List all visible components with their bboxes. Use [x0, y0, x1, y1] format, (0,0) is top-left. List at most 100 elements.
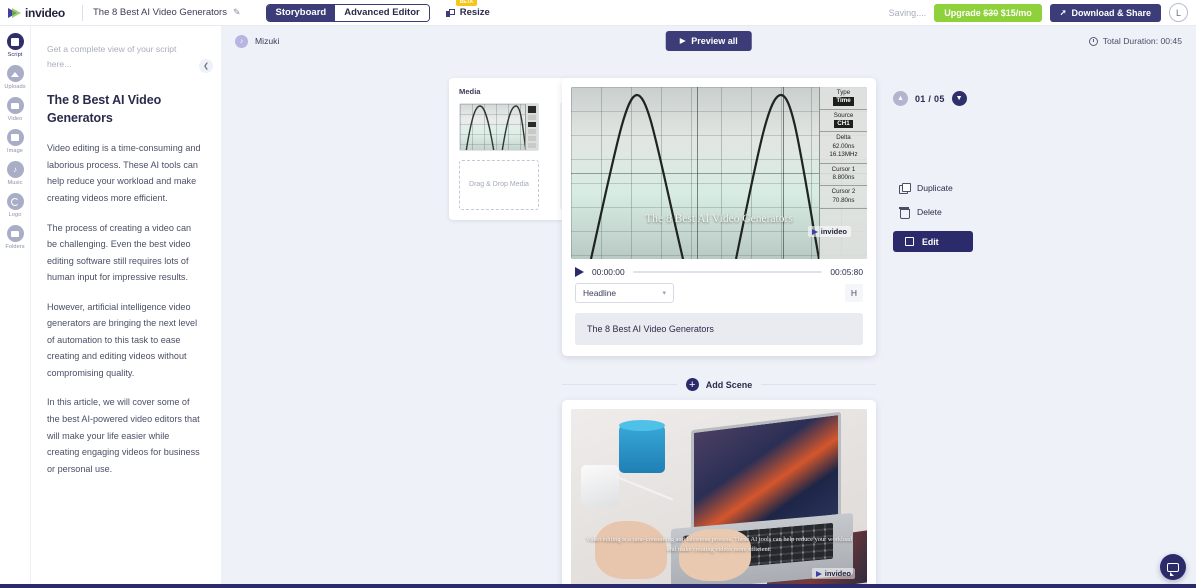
- sidebar-item-script[interactable]: Script: [0, 33, 31, 58]
- tab-storyboard[interactable]: Storyboard: [266, 4, 336, 21]
- media-panel-title: Media: [459, 87, 481, 96]
- scene-row: Media Drag & Drop Media Type Time Source…: [221, 78, 1196, 588]
- script-paragraph: The process of creating a video can be c…: [47, 222, 192, 283]
- chevron-down-icon[interactable]: ▼: [951, 91, 967, 106]
- image-icon: [6, 129, 24, 146]
- chevron-left-icon[interactable]: ❮: [199, 59, 213, 73]
- sidebar-item-video[interactable]: Video: [0, 97, 31, 122]
- play-icon[interactable]: [575, 267, 584, 277]
- shortcut-key-button[interactable]: H: [845, 284, 863, 302]
- download-share-label: Download & Share: [1071, 7, 1151, 18]
- download-share-button[interactable]: ➚ Download & Share: [1049, 3, 1161, 22]
- delete-button[interactable]: Delete: [893, 207, 1013, 219]
- duplicate-label: Duplicate: [917, 183, 953, 193]
- scope-value: 70.80ns: [832, 196, 855, 204]
- sidebar-item-logo[interactable]: Logo: [0, 193, 31, 218]
- chat-bubble-icon[interactable]: [1160, 554, 1186, 580]
- scene-side-actions: ▲ 01 / 05 ▼ Duplicate Delete Edit: [893, 78, 1013, 252]
- scene-card-2: Video editing is a time-consuming and la…: [562, 400, 876, 588]
- scope-label: Source: [833, 111, 854, 119]
- delete-label: Delete: [917, 207, 942, 217]
- resize-icon: [445, 8, 455, 17]
- plus-circle-icon: +: [685, 378, 699, 391]
- play-triangle-accent-icon: [12, 7, 21, 18]
- scope-label: Cursor 2: [831, 188, 856, 196]
- preview-all-label: Preview all: [691, 36, 738, 46]
- sidebar-item-uploads[interactable]: Uploads: [0, 65, 31, 90]
- text-type-select[interactable]: Headline ▾: [575, 283, 674, 303]
- media-thumbnail[interactable]: [459, 103, 539, 151]
- left-icon-rail: Script Uploads Video Image ♪ Music Logo …: [0, 26, 31, 588]
- resize-label: Resize: [459, 7, 490, 18]
- scene-1-player-controls: 00:00:00 00:05:80: [571, 259, 867, 283]
- brand-name: invideo: [25, 5, 65, 20]
- sidebar-item-label: Script: [7, 52, 23, 58]
- text-type-value: Headline: [583, 288, 617, 298]
- edit-label: Edit: [922, 236, 939, 247]
- editor-mode-tabs: Storyboard Advanced Editor: [265, 3, 430, 22]
- folder-icon: [6, 225, 24, 242]
- edit-button[interactable]: Edit: [893, 231, 973, 252]
- top-bar-right: Saving.... Upgrade $30 $15/mo ➚ Download…: [889, 3, 1196, 22]
- brand-logo[interactable]: invideo: [0, 6, 72, 20]
- watermark: invideo: [811, 568, 855, 579]
- scope-label: Delta: [836, 134, 851, 142]
- scene-1-preview[interactable]: Type Time Source CH1 Delta 62.00ns 16.13…: [571, 87, 867, 259]
- scene-1-caption: The 8 Best AI Video Generators: [645, 213, 793, 225]
- sidebar-item-folders[interactable]: Folders: [0, 225, 31, 250]
- sidebar-item-label: Folders: [5, 244, 25, 250]
- scope-label: Cursor 1: [831, 165, 856, 173]
- duplicate-button[interactable]: Duplicate: [893, 183, 1013, 194]
- tab-advanced-editor[interactable]: Advanced Editor: [335, 4, 429, 21]
- play-icon: [679, 38, 686, 44]
- bottom-accent-bar: [0, 584, 1196, 588]
- document-icon: [6, 33, 24, 50]
- scope-label: Type: [836, 89, 851, 96]
- total-duration: Total Duration: 00:45: [1088, 36, 1182, 46]
- script-panel: Get a complete view of your script here.…: [31, 26, 221, 588]
- divider: [562, 384, 677, 385]
- avatar[interactable]: L: [1169, 3, 1188, 22]
- resize-button[interactable]: BETA Resize: [445, 0, 490, 18]
- headline-text-input[interactable]: The 8 Best AI Video Generators: [575, 313, 863, 345]
- chevron-up-icon[interactable]: ▲: [893, 91, 908, 106]
- scope-value-2: 16.13MHz: [829, 151, 858, 159]
- scope-row-type: Type Time: [820, 87, 867, 110]
- logo-icon: [6, 193, 24, 210]
- voice-selector[interactable]: ♪ Mizuki: [235, 34, 279, 48]
- script-paragraph: In this article, we will cover some of t…: [47, 397, 200, 474]
- script-paragraph: However, artificial intelligence video g…: [47, 301, 198, 378]
- scope-row-cursor-2: Cursor 2 70.80ns: [820, 186, 867, 209]
- script-title: The 8 Best AI Video Generators: [47, 93, 162, 126]
- scene-card-1: Type Time Source CH1 Delta 62.00ns 16.13…: [562, 78, 876, 356]
- scope-row-delta: Delta 62.00ns 16.13MHz: [820, 132, 867, 164]
- sidebar-item-label: Logo: [8, 212, 22, 218]
- chevron-down-icon: ▾: [662, 290, 666, 297]
- project-title: The 8 Best AI Video Generators: [93, 7, 227, 18]
- scene-2-preview[interactable]: Video editing is a time-consuming and la…: [571, 409, 867, 587]
- preview-all-button[interactable]: Preview all: [665, 31, 752, 51]
- upgrade-label: Upgrade: [944, 7, 984, 18]
- sidebar-item-image[interactable]: Image: [0, 129, 31, 154]
- pencil-icon[interactable]: ✎: [233, 7, 241, 18]
- upgrade-old-price: $30: [983, 7, 999, 18]
- play-triangle-icon: [815, 570, 822, 577]
- total-duration-label: Total Duration: 00:45: [1102, 36, 1182, 46]
- progress-track[interactable]: [632, 271, 823, 273]
- upgrade-button[interactable]: Upgrade $30 $15/mo: [934, 3, 1042, 22]
- add-scene-row: + Add Scene: [562, 378, 877, 391]
- watermark-label: invideo: [824, 569, 851, 578]
- music-note-icon: ♪: [6, 161, 24, 178]
- add-scene-button[interactable]: + Add Scene: [685, 378, 752, 391]
- play-triangle-icon: [811, 228, 818, 235]
- duplicate-icon: [899, 183, 911, 194]
- edit-pencil-icon: [905, 237, 914, 246]
- script-hint: Get a complete view of your script here.…: [47, 44, 177, 70]
- scope-value: CH1: [834, 120, 853, 129]
- external-link-icon: ➚: [1059, 8, 1067, 17]
- drag-drop-media-zone[interactable]: Drag & Drop Media: [459, 160, 539, 210]
- watermark: invideo: [807, 226, 851, 237]
- scope-row-cursor-1: Cursor 1 8.800ns: [820, 164, 867, 187]
- divider: [82, 4, 83, 21]
- sidebar-item-music[interactable]: ♪ Music: [0, 161, 31, 186]
